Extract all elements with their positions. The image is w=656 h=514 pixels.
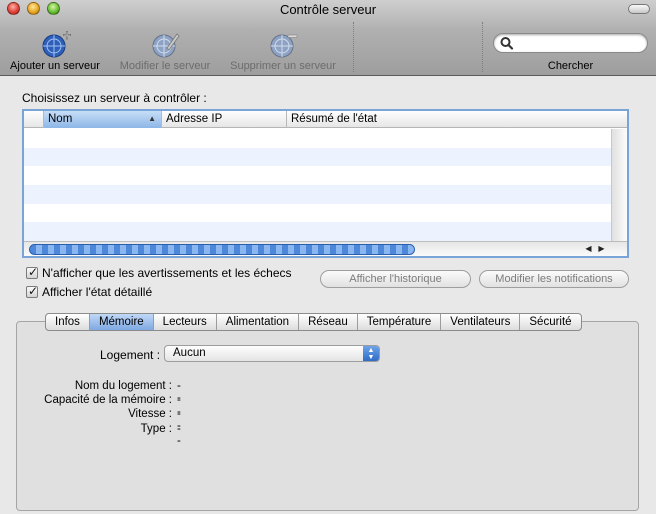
svg-text:+: +: [62, 30, 71, 42]
choose-server-label: Choisissez un serveur à contrôler :: [22, 91, 207, 105]
globe-minus-icon: [267, 30, 299, 58]
add-server-label: Ajouter un serveur: [10, 60, 100, 72]
column-header-ip[interactable]: Adresse IP: [162, 111, 287, 128]
horizontal-scroll-thumb[interactable]: [29, 244, 415, 255]
column-header-blank: [24, 111, 44, 128]
tab-infos[interactable]: Infos: [46, 314, 90, 330]
server-table[interactable]: Nom ▲ Adresse IP Résumé de l'état ◀ ▶: [22, 109, 629, 258]
globe-pencil-icon: [149, 30, 181, 58]
table-row[interactable]: [24, 147, 611, 167]
scroll-left-arrow-icon[interactable]: ◀: [582, 243, 595, 255]
table-header: Nom ▲ Adresse IP Résumé de l'état: [24, 111, 627, 128]
tab-bar: Infos Mémoire Lecteurs Alimentation Rése…: [45, 313, 582, 331]
toolbar-separator: [482, 22, 483, 72]
sort-ascending-icon: ▲: [148, 114, 156, 123]
column-header-name[interactable]: Nom ▲: [44, 111, 162, 128]
search-icon: [499, 35, 515, 51]
checkbox-checked-icon: [26, 265, 38, 279]
vertical-scrollbar[interactable]: [611, 129, 627, 241]
show-history-button[interactable]: Afficher l'historique: [320, 270, 471, 288]
delete-server-label: Supprimer un serveur: [230, 60, 336, 72]
speed-label: Vitesse :: [128, 408, 172, 420]
tab-securite[interactable]: Sécurité: [520, 314, 580, 330]
horizontal-scrollbar[interactable]: ◀ ▶: [24, 241, 627, 256]
search-label: Chercher: [547, 60, 594, 72]
tab-reseau[interactable]: Réseau: [299, 314, 358, 330]
globe-plus-icon: +: [39, 28, 72, 58]
toolbar-separator: [353, 22, 354, 72]
tab-ventilateurs[interactable]: Ventilateurs: [441, 314, 521, 330]
detailed-state-checkbox[interactable]: Afficher l'état détaillé: [26, 284, 153, 299]
table-row[interactable]: [24, 129, 611, 148]
tab-temperature[interactable]: Température: [358, 314, 442, 330]
edit-server-label: Modifier le serveur: [119, 60, 211, 72]
table-row[interactable]: [24, 204, 611, 223]
memory-capacity-label: Capacité de la mémoire :: [44, 394, 172, 406]
popup-arrows-icon: ▲ ▼: [363, 346, 379, 361]
table-row[interactable]: [24, 185, 611, 204]
table-rows: [24, 129, 611, 241]
tab-alimentation[interactable]: Alimentation: [217, 314, 300, 330]
title-toolbar: Contrôle serveur + Ajouter un serveur Mo…: [0, 0, 656, 76]
warnings-only-checkbox[interactable]: N'afficher que les avertissements et les…: [26, 265, 292, 280]
search-input[interactable]: [493, 33, 648, 53]
column-header-status[interactable]: Résumé de l'état: [287, 111, 627, 128]
checkbox-checked-icon: [26, 284, 38, 298]
edit-server-button[interactable]: Modifier le serveur: [113, 30, 217, 72]
table-row[interactable]: [24, 166, 611, 185]
delete-server-button[interactable]: Supprimer un serveur: [224, 30, 342, 72]
table-row[interactable]: [24, 222, 611, 241]
slot-label: Logement :: [100, 348, 161, 362]
type-label: Type :: [140, 423, 172, 435]
toolbar-toggle-button[interactable]: [628, 4, 650, 14]
edit-notifications-button[interactable]: Modifier les notifications: [479, 270, 629, 288]
tab-memoire[interactable]: Mémoire: [89, 314, 154, 330]
slot-value: Aucun: [173, 347, 206, 359]
tab-lecteurs[interactable]: Lecteurs: [154, 314, 217, 330]
warnings-only-label: N'afficher que les avertissements et les…: [42, 266, 292, 280]
slot-select[interactable]: Aucun ▲ ▼: [164, 345, 380, 362]
add-server-button[interactable]: + Ajouter un serveur: [3, 28, 107, 72]
slot-name-label: Nom du logement :: [74, 380, 172, 392]
window-title: Contrôle serveur: [279, 2, 377, 17]
type-value: --: [177, 423, 181, 447]
scroll-right-arrow-icon[interactable]: ▶: [595, 243, 608, 255]
detailed-state-label: Afficher l'état détaillé: [42, 285, 153, 299]
